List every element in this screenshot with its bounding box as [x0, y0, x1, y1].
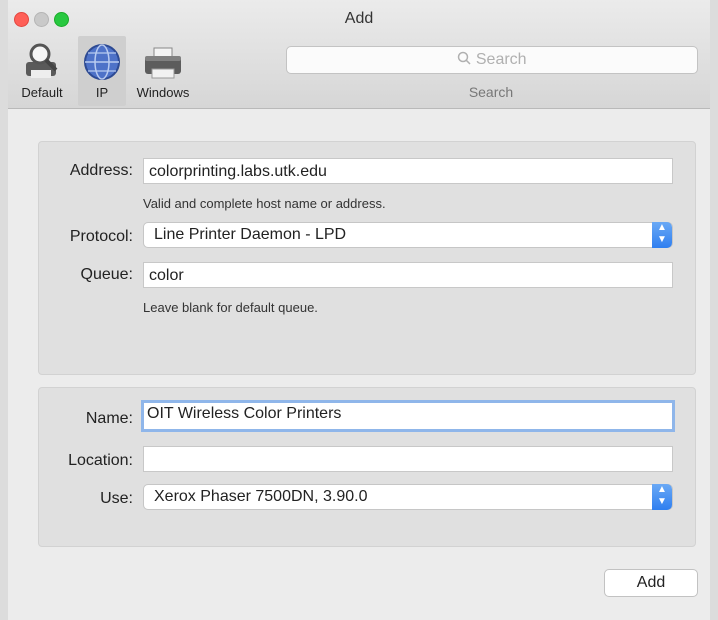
address-field[interactable]: colorprinting.labs.utk.edu — [143, 158, 673, 184]
window-right-edge — [710, 0, 718, 620]
search-placeholder: Search — [475, 51, 527, 68]
toolbar: Add Default IP Windows Search Search — [0, 0, 718, 109]
window-left-edge — [0, 0, 8, 620]
queue-hint: Leave blank for default queue. — [143, 300, 318, 315]
protocol-select[interactable]: Line Printer Daemon - LPD ▲ ▼ — [143, 222, 673, 248]
popup-arrows-icon: ▲ ▼ — [652, 222, 672, 248]
queue-label: Queue: — [80, 266, 133, 283]
use-select[interactable]: Xerox Phaser 7500DN, 3.90.0 ▲ ▼ — [143, 484, 673, 510]
location-field[interactable] — [143, 446, 673, 472]
windows-printer-icon — [141, 42, 185, 87]
popup-arrows-icon: ▲ ▼ — [652, 484, 672, 510]
search-icon — [457, 51, 475, 68]
toolbar-item-label: Default — [21, 85, 63, 100]
location-label: Location: — [68, 452, 133, 469]
address-label: Address: — [69, 162, 133, 179]
protocol-value: Line Printer Daemon - LPD — [154, 226, 347, 243]
toolbar-item-windows[interactable]: Windows — [128, 36, 198, 106]
search-input[interactable]: Search — [286, 46, 698, 74]
name-field[interactable]: OIT Wireless Color Printers — [141, 400, 675, 432]
address-hint: Valid and complete host name or address. — [143, 196, 386, 211]
name-label: Name: — [85, 410, 133, 427]
printer-info-panel: Name: OIT Wireless Color Printers Locati… — [38, 387, 696, 547]
toolbar-item-default[interactable]: Default — [10, 36, 74, 106]
search-caption: Search — [468, 84, 514, 100]
queue-field[interactable]: color — [143, 262, 673, 288]
toolbar-item-label: IP — [95, 85, 109, 100]
use-value: Xerox Phaser 7500DN, 3.90.0 — [154, 488, 368, 505]
globe-icon — [82, 42, 122, 87]
use-label: Use: — [100, 490, 133, 507]
default-printer-icon — [20, 42, 64, 87]
toolbar-item-ip[interactable]: IP — [78, 36, 126, 106]
window-title: Add — [344, 10, 374, 27]
content-area: Address: colorprinting.labs.utk.edu Vali… — [8, 109, 710, 620]
toolbar-item-label: Windows — [136, 85, 190, 100]
add-button[interactable]: Add — [604, 569, 698, 597]
ip-settings-panel: Address: colorprinting.labs.utk.edu Vali… — [38, 141, 696, 375]
add-printer-window: Add Default IP Windows Search Search Add… — [0, 0, 718, 620]
protocol-label: Protocol: — [69, 228, 133, 245]
